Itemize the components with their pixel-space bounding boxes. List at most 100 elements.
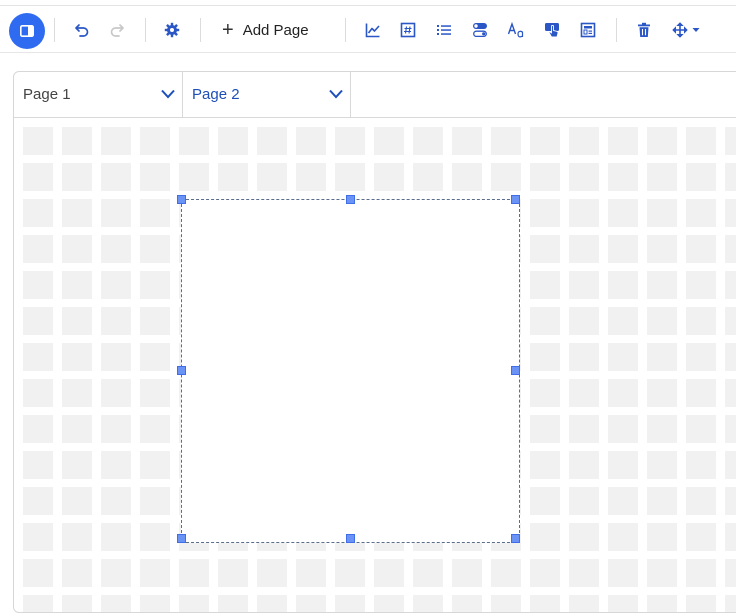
grid-cell xyxy=(530,595,560,612)
grid-cell xyxy=(491,127,521,155)
grid-cell xyxy=(725,163,736,191)
grid-cell xyxy=(62,379,92,407)
grid-cell xyxy=(725,523,736,551)
grid-cell xyxy=(530,559,560,587)
selected-widget-placeholder[interactable] xyxy=(177,195,520,543)
move-menu-button[interactable] xyxy=(670,7,702,53)
grid-cell xyxy=(608,163,638,191)
grid-cell xyxy=(452,595,482,612)
resize-handle-left[interactable] xyxy=(177,366,186,375)
grid-cell xyxy=(569,235,599,263)
grid-cell xyxy=(140,487,170,515)
grid-cell xyxy=(413,559,443,587)
grid-cell xyxy=(101,415,131,443)
grid-cell xyxy=(62,127,92,155)
grid-cell xyxy=(257,163,287,191)
grid-cell xyxy=(140,127,170,155)
resize-handle-bottom-left[interactable] xyxy=(177,534,186,543)
tab-page-1[interactable]: Page 1 xyxy=(14,72,183,117)
grid-cell xyxy=(530,307,560,335)
plus-icon: + xyxy=(222,19,234,41)
touch-tool[interactable] xyxy=(542,7,562,53)
grid-cell xyxy=(452,163,482,191)
grid-cell xyxy=(647,163,677,191)
page-tabs: Page 1 Page 2 xyxy=(14,72,736,118)
grid-cell xyxy=(686,523,716,551)
line-chart-tool[interactable] xyxy=(363,7,383,53)
resize-handle-bottom-right[interactable] xyxy=(511,534,520,543)
resize-handle-top-right[interactable] xyxy=(511,195,520,204)
chevron-down-icon[interactable] xyxy=(160,87,176,101)
grid-cell xyxy=(101,199,131,227)
grid-cell xyxy=(725,343,736,371)
grid-cell xyxy=(647,415,677,443)
grid-cell xyxy=(374,163,404,191)
grid-cell xyxy=(725,235,736,263)
grid-cell xyxy=(725,487,736,515)
tab-label: Page 1 xyxy=(23,86,71,103)
grid-cell xyxy=(62,307,92,335)
grid-cell xyxy=(608,271,638,299)
grid-cell xyxy=(608,415,638,443)
grid-cell xyxy=(608,343,638,371)
grid-cell xyxy=(23,415,53,443)
grid-cell xyxy=(686,235,716,263)
redo-button[interactable] xyxy=(107,7,127,53)
text-icon xyxy=(507,22,524,38)
grid-cell xyxy=(374,559,404,587)
resize-handle-top-left[interactable] xyxy=(177,195,186,204)
panel-toggle-button[interactable] xyxy=(9,13,45,49)
toggle-tool[interactable] xyxy=(470,7,490,53)
toolbar-separator xyxy=(54,18,55,42)
caret-down-icon xyxy=(692,28,700,32)
grid-cell xyxy=(647,307,677,335)
tab-page-2[interactable]: Page 2 xyxy=(183,72,351,117)
grid-cell xyxy=(530,415,560,443)
line-chart-icon xyxy=(365,23,380,38)
grid-cell xyxy=(101,307,131,335)
grid-cell xyxy=(101,487,131,515)
grid-cell xyxy=(725,271,736,299)
grid-cell xyxy=(569,487,599,515)
grid-cell xyxy=(140,451,170,479)
number-widget-tool[interactable] xyxy=(398,7,418,53)
grid-cell xyxy=(413,163,443,191)
resize-handle-top[interactable] xyxy=(346,195,355,204)
grid-cell xyxy=(686,163,716,191)
grid-cell xyxy=(62,271,92,299)
grid-cell xyxy=(140,595,170,612)
grid-cell xyxy=(23,307,53,335)
grid-cell xyxy=(647,343,677,371)
grid-cell xyxy=(686,451,716,479)
list-tool[interactable] xyxy=(434,7,454,53)
grid-cell xyxy=(179,595,209,612)
grid-cell xyxy=(530,271,560,299)
toolbar-separator xyxy=(345,18,346,42)
grid-cell xyxy=(608,559,638,587)
resize-handle-right[interactable] xyxy=(511,366,520,375)
undo-button[interactable] xyxy=(72,7,92,53)
chevron-down-icon[interactable] xyxy=(328,87,344,101)
trash-icon xyxy=(638,22,650,37)
grid-cell xyxy=(101,451,131,479)
settings-button[interactable] xyxy=(162,7,182,53)
layout-tool[interactable] xyxy=(578,7,598,53)
redo-icon xyxy=(110,24,124,37)
grid-cell xyxy=(569,199,599,227)
delete-button[interactable] xyxy=(634,7,654,53)
grid-cell xyxy=(62,343,92,371)
grid-cell xyxy=(62,451,92,479)
add-page-button[interactable]: + Add Page xyxy=(222,7,309,53)
grid-cell xyxy=(101,271,131,299)
grid-cell xyxy=(101,163,131,191)
grid-cell xyxy=(62,559,92,587)
resize-handle-bottom[interactable] xyxy=(346,534,355,543)
text-tool[interactable] xyxy=(506,7,526,53)
grid-cell xyxy=(686,127,716,155)
grid-cell xyxy=(686,487,716,515)
grid-cell xyxy=(686,343,716,371)
grid-cell xyxy=(530,127,560,155)
grid-cell xyxy=(62,199,92,227)
add-page-label: Add Page xyxy=(242,21,309,39)
grid-cell xyxy=(647,487,677,515)
